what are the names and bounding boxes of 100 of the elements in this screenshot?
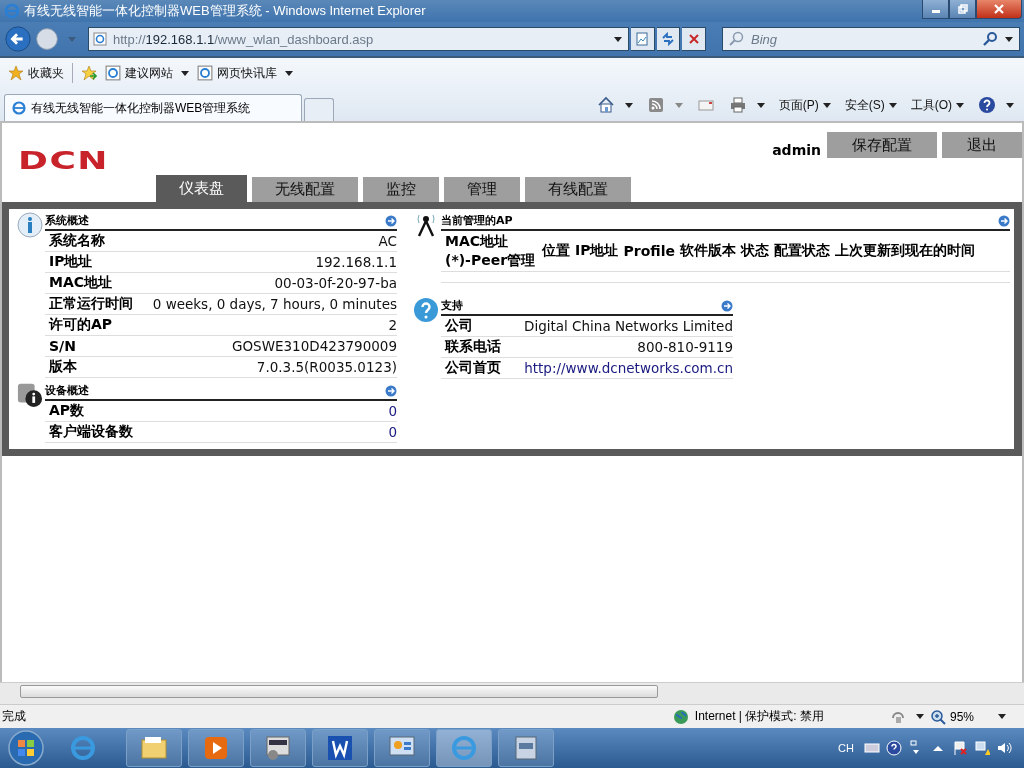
home-icon[interactable]	[596, 96, 615, 114]
header-button[interactable]: 保存配置	[827, 132, 937, 158]
minimize-button[interactable]	[922, 0, 949, 19]
page-icon	[197, 65, 213, 81]
nav-tab[interactable]: 管理	[444, 177, 520, 202]
search-field[interactable]: Bing	[722, 27, 1020, 51]
help-icon[interactable]	[978, 96, 996, 114]
zoom-level[interactable]: 95%	[949, 709, 974, 724]
panel-title: 当前管理的AP	[441, 213, 513, 228]
command-menu[interactable]: 页面(P)	[778, 96, 831, 114]
command-menu[interactable]: 工具(O)	[910, 96, 964, 114]
row-label: 联系电话	[443, 338, 501, 356]
compatibility-button[interactable]	[631, 27, 655, 51]
close-button[interactable]	[976, 0, 1022, 19]
stop-button[interactable]	[682, 27, 706, 51]
panel-title: 支持	[441, 298, 463, 313]
certificate-taskbar-icon[interactable]	[250, 729, 306, 767]
restore-icon	[956, 3, 969, 15]
page-icon	[105, 65, 121, 81]
column-header: 软件版本	[679, 242, 736, 260]
globe-icon	[672, 708, 689, 725]
row-label: 系统名称	[48, 232, 105, 250]
refresh-icon	[661, 32, 675, 46]
row-label: 客户端设备数	[48, 423, 133, 441]
column-header: 位置	[542, 242, 570, 260]
folder-taskbar-icon[interactable]	[126, 729, 182, 767]
page-icon	[93, 32, 107, 46]
restore-button[interactable]	[949, 0, 976, 19]
volume-icon[interactable]	[996, 740, 1012, 756]
search-icon	[728, 31, 744, 47]
nav-tab[interactable]: 仪表盘	[156, 175, 247, 202]
refresh-icon[interactable]	[385, 214, 397, 227]
language-indicator[interactable]: CH	[838, 742, 854, 754]
row-value: AC	[378, 233, 397, 249]
back-button[interactable]	[4, 25, 32, 53]
caret-icon	[956, 102, 964, 108]
status-text: 完成	[2, 708, 26, 725]
minimize-icon	[931, 10, 940, 13]
feed-icon[interactable]	[646, 96, 665, 114]
help-icon	[413, 297, 439, 323]
search-icon[interactable]	[982, 31, 998, 47]
command-menu[interactable]: 安全(S)	[844, 96, 897, 114]
document-taskbar-icon[interactable]	[312, 729, 368, 767]
window-taskbar-icon[interactable]	[498, 729, 554, 767]
keyboard-icon[interactable]	[864, 740, 880, 756]
caret-icon	[181, 70, 189, 76]
favorites-link[interactable]: 网页快讯库	[197, 64, 293, 82]
caret-icon[interactable]	[915, 714, 924, 719]
address-field[interactable]: http://192.168.1.1/www_wlan_dashboard.asp	[88, 27, 629, 51]
zone-text: Internet | 保护模式: 禁用	[694, 708, 824, 725]
caret-icon[interactable]	[756, 102, 765, 108]
row-value: 7.0.3.5(R0035.0123)	[256, 359, 397, 375]
browser-tab[interactable]: 有线无线智能一体化控制器WEB管理系统	[4, 94, 302, 121]
row-value: 00-03-0f-20-97-ba	[274, 275, 397, 291]
broken-page-icon	[635, 32, 650, 46]
row-label: AP数	[48, 402, 85, 420]
row-value: 0 weeks, 0 days, 7 hours, 0 minutes	[152, 296, 397, 312]
count-link[interactable]: 0	[388, 424, 397, 440]
count-link[interactable]: 0	[388, 403, 397, 419]
caret-icon[interactable]	[998, 714, 1006, 719]
start-button[interactable]	[6, 728, 46, 768]
nav-tab[interactable]: 有线配置	[525, 177, 631, 202]
row-label: MAC地址	[48, 274, 113, 292]
close-icon	[993, 3, 1005, 15]
refresh-icon[interactable]	[385, 384, 397, 397]
caret-icon[interactable]	[624, 102, 633, 108]
add-favorite-icon[interactable]	[81, 65, 97, 81]
refresh-button[interactable]	[656, 27, 681, 51]
favorites-link[interactable]: 建议网站	[105, 64, 189, 82]
printer-icon[interactable]	[728, 96, 747, 114]
row-label: 公司首页	[444, 359, 501, 377]
column-header: IP地址	[575, 242, 619, 260]
network-icon[interactable]	[974, 740, 990, 756]
caret-icon	[822, 102, 831, 108]
header-button[interactable]: 退出	[942, 132, 1022, 158]
media-player-taskbar-icon[interactable]	[188, 729, 244, 767]
row-label: 正常运行时间	[48, 295, 133, 313]
stop-icon	[686, 32, 701, 46]
nav-tab[interactable]: 无线配置	[252, 177, 358, 202]
row-label: 版本	[48, 358, 77, 376]
dropdown-arrow-icon[interactable]	[1005, 37, 1013, 42]
refresh-icon[interactable]	[721, 299, 733, 312]
row-value: Digital China Networks Limited	[524, 318, 733, 334]
star-icon	[8, 65, 24, 81]
zoom-icon[interactable]	[929, 708, 946, 725]
nav-tab[interactable]: 监控	[363, 177, 439, 202]
dropdown-arrow-icon[interactable]	[614, 36, 622, 42]
help-icon[interactable]	[886, 740, 902, 756]
url-text: http://192.168.1.1/www_wlan_dashboard.asp	[113, 31, 374, 47]
caret-icon[interactable]	[1006, 102, 1014, 108]
control-panel-taskbar-icon[interactable]	[374, 729, 430, 767]
caret-icon	[888, 102, 897, 108]
row-label: IP地址	[48, 253, 93, 271]
info-icon	[17, 212, 43, 238]
column-header: 上次更新到现在的时间	[834, 242, 975, 260]
flag-icon[interactable]	[952, 740, 968, 756]
forward-button[interactable]	[34, 26, 60, 52]
favorites-button[interactable]: 收藏夹	[8, 64, 64, 82]
refresh-icon[interactable]	[998, 214, 1010, 227]
homepage-link[interactable]: http://www.dcnetworks.com.cn	[524, 360, 733, 376]
